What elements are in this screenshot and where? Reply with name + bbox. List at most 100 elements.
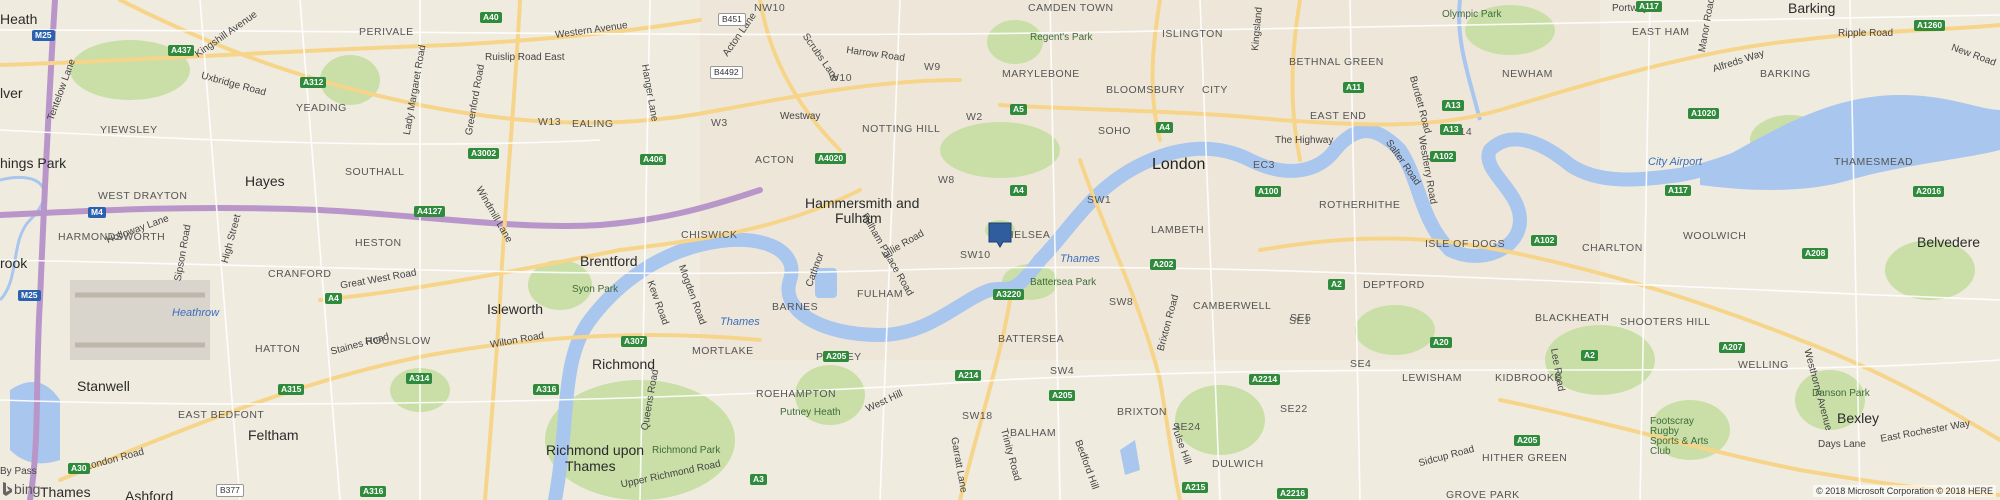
area-label: ISLE OF DOGS (1425, 238, 1506, 250)
area-label: PERIVALE (359, 26, 414, 38)
road-shield: A2016 (1913, 186, 1945, 197)
road-label: Westway (780, 111, 821, 122)
area-label: MORTLAKE (692, 345, 754, 357)
area-label: W13 (538, 116, 562, 128)
road-shield: A205 (1514, 435, 1541, 446)
place-label: rook (0, 255, 28, 271)
road-shield: A100 (1255, 186, 1282, 197)
area-label: W2 (966, 111, 983, 123)
road-shield: A437 (168, 45, 195, 56)
road-shield: A4 (1010, 185, 1027, 196)
road-shield: A316 (533, 384, 560, 395)
place-label: Richmond (592, 356, 656, 372)
map-marker-icon[interactable] (988, 222, 1012, 248)
area-label: SW1 (1087, 194, 1112, 206)
area-label: W3 (711, 117, 728, 129)
bing-logo: bing (2, 481, 40, 497)
area-label: EALING (572, 118, 614, 130)
road-shield: A208 (1802, 248, 1829, 259)
area-label: SE4 (1350, 358, 1372, 370)
place-label: Richmond upon (546, 442, 645, 458)
area-label: NEWHAM (1502, 68, 1553, 80)
area-label: MARYLEBONE (1002, 68, 1080, 80)
area-label: BLACKHEATH (1535, 312, 1610, 324)
area-label: EAST END (1310, 110, 1367, 122)
road-label: Days Lane (1818, 439, 1866, 450)
road-shield: A117 (1636, 1, 1662, 12)
road-shield: A13 (1442, 100, 1464, 111)
area-label: HITHER GREEN (1482, 452, 1568, 464)
area-label: SOUTHALL (345, 166, 405, 178)
place-label: Stanwell (77, 378, 130, 394)
place-label: Ashford (125, 488, 174, 500)
place-label: Brentford (580, 253, 638, 269)
road-shield: A316 (360, 486, 387, 497)
road-shield: B451 (718, 13, 746, 26)
area-label: BARKING (1760, 68, 1811, 80)
area-label: EAST HAM (1632, 26, 1690, 38)
airport-area (70, 280, 210, 360)
area-label: NW10 (754, 2, 786, 14)
area-label: FULHAM (857, 288, 904, 300)
place-label: Hammersmith and (805, 195, 920, 211)
area-label: CHARLTON (1582, 242, 1643, 254)
area-label: ROTHERHITHE (1319, 199, 1401, 211)
place-label: Barking (1788, 0, 1836, 16)
road-shield: A312 (300, 77, 327, 88)
area-label: DEPTFORD (1363, 279, 1425, 291)
area-label: CHISWICK (681, 229, 738, 241)
road-shield: A205 (1049, 390, 1076, 401)
road-shield: M4 (88, 207, 106, 218)
park-label: Regent's Park (1030, 32, 1093, 43)
road-shield: A4020 (815, 153, 847, 164)
road-shield: A20 (1430, 337, 1452, 348)
river-label: Thames (1060, 253, 1100, 265)
area-label: BATTERSEA (998, 333, 1065, 345)
place-label: hings Park (0, 155, 67, 171)
area-label: SW8 (1109, 296, 1134, 308)
park-label: Richmond Park (652, 445, 721, 456)
area-label: HATTON (255, 343, 301, 355)
road-shield: M25 (32, 30, 55, 41)
road-shield: A11 (1343, 82, 1365, 93)
area-label: BLOOMSBURY (1106, 84, 1185, 96)
area-label: HESTON (355, 237, 402, 249)
area-label: W9 (924, 61, 941, 73)
park-label: Danson Park (1812, 388, 1870, 399)
park-label: Footscray Rugby Sports & Arts Club (1650, 416, 1709, 457)
area-label: ROEHAMPTON (756, 388, 837, 400)
area-label: NOTTING HILL (862, 123, 941, 135)
area-label: SE22 (1280, 403, 1308, 415)
road-shield: A5 (1010, 104, 1027, 115)
road-shield: A3 (750, 474, 767, 485)
place-label: Heath (0, 11, 38, 27)
road-shield: A2 (1328, 279, 1345, 290)
airport-label: City Airport (1648, 156, 1702, 168)
area-label: EC3 (1253, 159, 1275, 171)
place-label: Isleworth (487, 301, 544, 317)
road-shield: A40 (480, 12, 502, 23)
copyright-notice: © 2018 Microsoft Corporation © 2018 HERE (1813, 485, 1996, 497)
area-label: SW18 (962, 410, 993, 422)
area-label: CAMBERWELL (1193, 300, 1272, 312)
road-label: The Highway (1275, 135, 1334, 146)
park-label: Putney Heath (780, 407, 841, 418)
road-shield: A13 (1440, 124, 1462, 135)
area-label: SOHO (1098, 125, 1131, 137)
area-label: WEST DRAYTON (98, 190, 188, 202)
road-label: Ripple Road (1838, 28, 1894, 39)
road-shield: A207 (1719, 342, 1746, 353)
place-label: Hayes (245, 173, 285, 189)
place-label: Bexley (1837, 410, 1880, 426)
road-shield: A102 (1430, 151, 1457, 162)
road-shield: B377 (216, 484, 244, 497)
area-label: LAMBETH (1151, 224, 1205, 236)
area-label: EAST BEDFONT (178, 409, 265, 421)
area-label: BARNES (772, 301, 819, 313)
area-label: LEWISHAM (1402, 372, 1463, 384)
road-shield: A307 (621, 336, 648, 347)
bing-logo-text: bing (14, 481, 41, 497)
area-label: SW4 (1050, 365, 1075, 377)
area-label: SE1 (1289, 315, 1311, 327)
map-canvas[interactable]: London Hammersmith and Fulham Brentford … (0, 0, 2000, 500)
